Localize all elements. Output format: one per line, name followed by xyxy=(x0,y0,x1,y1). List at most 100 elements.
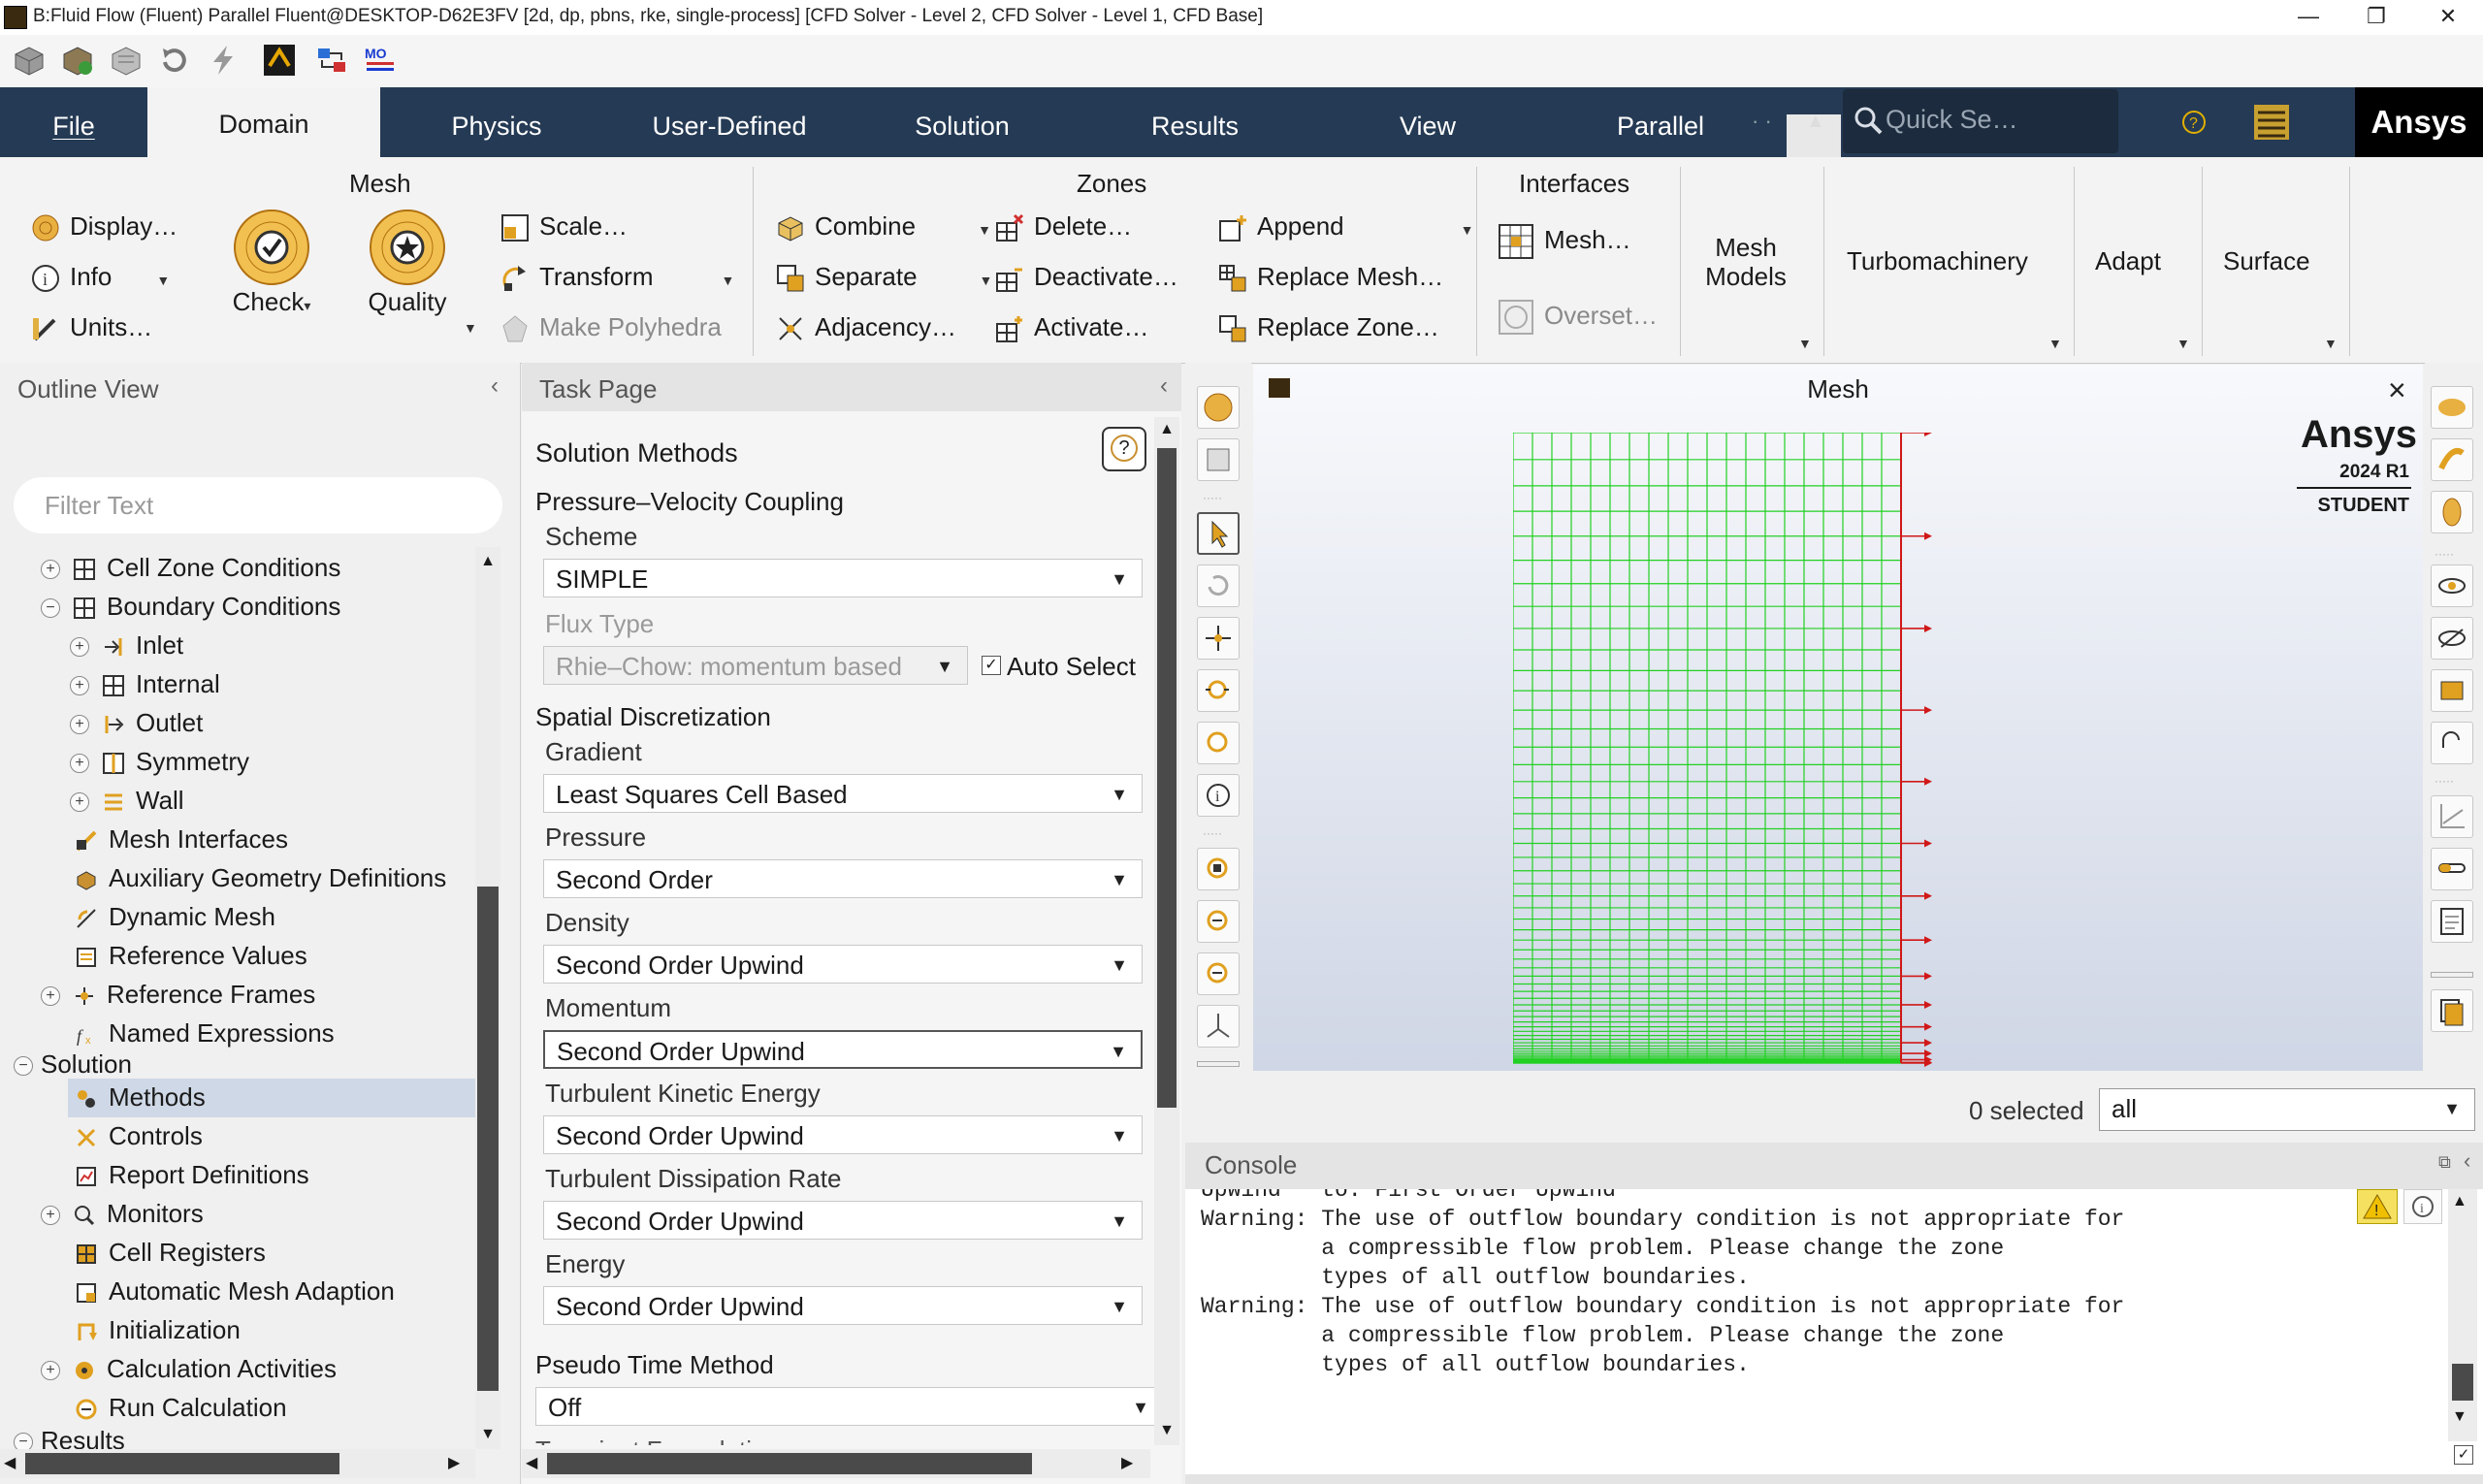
read-case-icon[interactable] xyxy=(12,43,47,78)
collapse-icon[interactable]: − xyxy=(41,598,60,619)
tree-item-controls[interactable]: Controls xyxy=(76,1121,203,1151)
graphics-window[interactable]: Mesh × Ansys 2024 R1 STUDENT xyxy=(1253,365,2423,1071)
adapt-button[interactable]: Adapt xyxy=(2095,246,2161,276)
outline-scroll-thumb[interactable] xyxy=(477,887,499,1391)
console-collapse-icon[interactable]: ‹ xyxy=(2464,1148,2470,1174)
tab-view[interactable]: View xyxy=(1311,87,1544,157)
mesh-models-button[interactable]: Mesh Models xyxy=(1695,233,1796,291)
workbench-icon[interactable] xyxy=(262,43,297,78)
zones-deactivate-button[interactable]: Deactivate… xyxy=(995,262,1178,293)
warning-filter-button[interactable]: ! xyxy=(2357,1189,2398,1224)
rotate-tool[interactable] xyxy=(1197,565,1240,607)
turbomachinery-button[interactable]: Turbomachinery xyxy=(1847,246,2028,276)
tree-item-reference-frames[interactable]: + Reference Frames xyxy=(41,980,315,1010)
mesh-info-button[interactable]: i Info ▼ xyxy=(31,262,170,293)
select-pointer-tool[interactable] xyxy=(1197,512,1240,555)
scroll-right-icon[interactable]: ▶ xyxy=(1121,1453,1133,1472)
maximize-button[interactable]: ❐ xyxy=(2347,0,2405,35)
tree-item-mesh-interfaces[interactable]: Mesh Interfaces xyxy=(76,824,288,855)
help-icon[interactable]: ? xyxy=(2180,109,2208,136)
tree-item-automatic-mesh-adaption[interactable]: Automatic Mesh Adaption xyxy=(76,1276,395,1307)
tab-domain[interactable]: Domain xyxy=(147,87,380,157)
expand-icon[interactable]: + xyxy=(70,754,89,774)
console-panel[interactable]: Upwind to: First Order Upwind Warning: Th… xyxy=(1185,1189,2483,1474)
minimize-button[interactable]: — xyxy=(2279,0,2338,35)
turbomachinery-caret[interactable]: ▼ xyxy=(2048,336,2062,351)
surface-button[interactable]: Surface xyxy=(2223,246,2310,276)
show-tool[interactable] xyxy=(2431,565,2473,607)
moe-icon[interactable]: MO xyxy=(363,43,398,78)
console-text[interactable]: Upwind to: First Order Upwind Warning: Th… xyxy=(1201,1189,2124,1379)
scroll-right-icon[interactable]: ▶ xyxy=(448,1453,460,1472)
mesh-check-button[interactable]: Check▾ xyxy=(223,208,320,317)
zones-delete-button[interactable]: Delete… xyxy=(995,211,1132,242)
make-polyhedra-button[interactable]: Make Polyhedra xyxy=(500,312,722,343)
zones-combine-button[interactable]: Combine ▼ xyxy=(776,211,991,242)
tab-results[interactable]: Results xyxy=(1079,87,1311,157)
quality-dropdown-caret[interactable]: ▼ xyxy=(464,320,477,336)
autoscroll-checkbox[interactable]: ✓ xyxy=(2454,1445,2473,1465)
selection-filter-dropdown[interactable]: all ▼ xyxy=(2099,1088,2475,1131)
tab-file[interactable]: File xyxy=(0,87,147,157)
expand-icon[interactable]: + xyxy=(41,1361,60,1381)
tree-item-wall[interactable]: + Wall xyxy=(70,786,184,816)
tree-item-initialization[interactable]: Initialization xyxy=(76,1315,241,1345)
copy-image-tool[interactable] xyxy=(2431,989,2473,1032)
outline-scrollbar[interactable]: ▲ ▼ xyxy=(475,547,500,1449)
tree-item-cell-zone-conditions[interactable]: + Cell Zone Conditions xyxy=(41,553,340,583)
zoom-in-out-tool[interactable] xyxy=(1197,669,1240,712)
outline-hscroll-thumb[interactable] xyxy=(25,1453,339,1474)
expand-icon[interactable]: + xyxy=(70,676,89,696)
zones-replace-zone-button[interactable]: Replace Zone… xyxy=(1218,312,1439,343)
tree-item-inlet[interactable]: + Inlet xyxy=(70,630,183,661)
energy-dropdown[interactable]: Second Order Upwind ▼ xyxy=(543,1286,1143,1325)
tab-parallel[interactable]: Parallel xyxy=(1544,87,1777,157)
tab-physics[interactable]: Physics xyxy=(380,87,613,157)
pathlines-tool[interactable] xyxy=(2431,491,2473,533)
pan-tool[interactable] xyxy=(1197,617,1240,660)
quick-search-box[interactable]: Quick Se… xyxy=(1843,89,2118,153)
mesh-plot[interactable] xyxy=(1513,433,1940,1073)
zones-activate-button[interactable]: Activate… xyxy=(995,312,1149,343)
collapse-ribbon-icon[interactable]: ▲ xyxy=(1806,111,1825,133)
task-hscroll-thumb[interactable] xyxy=(547,1453,1032,1474)
scroll-down-icon[interactable]: ▼ xyxy=(2452,1408,2467,1426)
vectors-tool[interactable] xyxy=(2431,438,2473,481)
mesh-models-caret[interactable]: ▼ xyxy=(1798,336,1812,351)
console-scrollbar[interactable]: ▲ ▼ xyxy=(2448,1189,2477,1441)
surface-caret[interactable]: ▼ xyxy=(2324,336,2338,351)
tree-item-internal[interactable]: + Internal xyxy=(70,669,220,699)
fit-to-window-tool[interactable] xyxy=(1197,848,1240,890)
expand-icon[interactable]: + xyxy=(41,560,60,580)
zones-append-button[interactable]: Append ▼ xyxy=(1218,211,1474,242)
axes-tool[interactable] xyxy=(1197,1005,1240,1048)
scroll-up-icon[interactable]: ▲ xyxy=(2452,1193,2467,1210)
mesh-transform-button[interactable]: Transform ▼ xyxy=(500,262,734,293)
console-scroll-thumb[interactable] xyxy=(2452,1364,2473,1401)
console-float-icon[interactable]: ⧉ xyxy=(2438,1152,2451,1173)
zoom-to-area-tool[interactable] xyxy=(1197,722,1240,764)
tab-user-defined[interactable]: User-Defined xyxy=(613,87,846,157)
task-scrollbar[interactable]: ▲ ▼ xyxy=(1154,417,1179,1445)
contours-tool[interactable] xyxy=(2431,386,2473,429)
collapse-task-icon[interactable]: ‹ xyxy=(1160,372,1168,400)
zoom-in-tool[interactable] xyxy=(1197,900,1240,943)
undo-view-tool[interactable] xyxy=(2431,722,2473,764)
quick-search-input[interactable]: Quick Se… xyxy=(1886,105,2018,135)
zones-replace-mesh-button[interactable]: Replace Mesh… xyxy=(1218,262,1443,293)
graphics-close-button[interactable]: × xyxy=(2388,372,2406,408)
pseudo-time-dropdown[interactable]: Off ▼ xyxy=(535,1387,1164,1426)
flux-type-dropdown[interactable]: Rhie–Chow: momentum based ▼ xyxy=(543,646,968,685)
tree-item-solution[interactable]: − Solution xyxy=(14,1049,132,1080)
info-filter-button[interactable]: i xyxy=(2403,1189,2442,1224)
tree-item-report-definitions[interactable]: Report Definitions xyxy=(76,1160,309,1190)
tke-dropdown[interactable]: Second Order Upwind ▼ xyxy=(543,1115,1143,1154)
mesh-display-button[interactable]: Display… xyxy=(31,211,177,242)
hide-tool[interactable] xyxy=(2431,617,2473,660)
layout-menu-icon[interactable] xyxy=(2252,103,2291,142)
filter-text-input[interactable]: Filter Text xyxy=(14,477,502,533)
help-button[interactable]: ? xyxy=(1102,427,1146,471)
scroll-up-icon[interactable]: ▲ xyxy=(475,547,500,576)
tree-item-dynamic-mesh[interactable]: Dynamic Mesh xyxy=(76,902,275,932)
tree-item-symmetry[interactable]: + Symmetry xyxy=(70,747,249,777)
